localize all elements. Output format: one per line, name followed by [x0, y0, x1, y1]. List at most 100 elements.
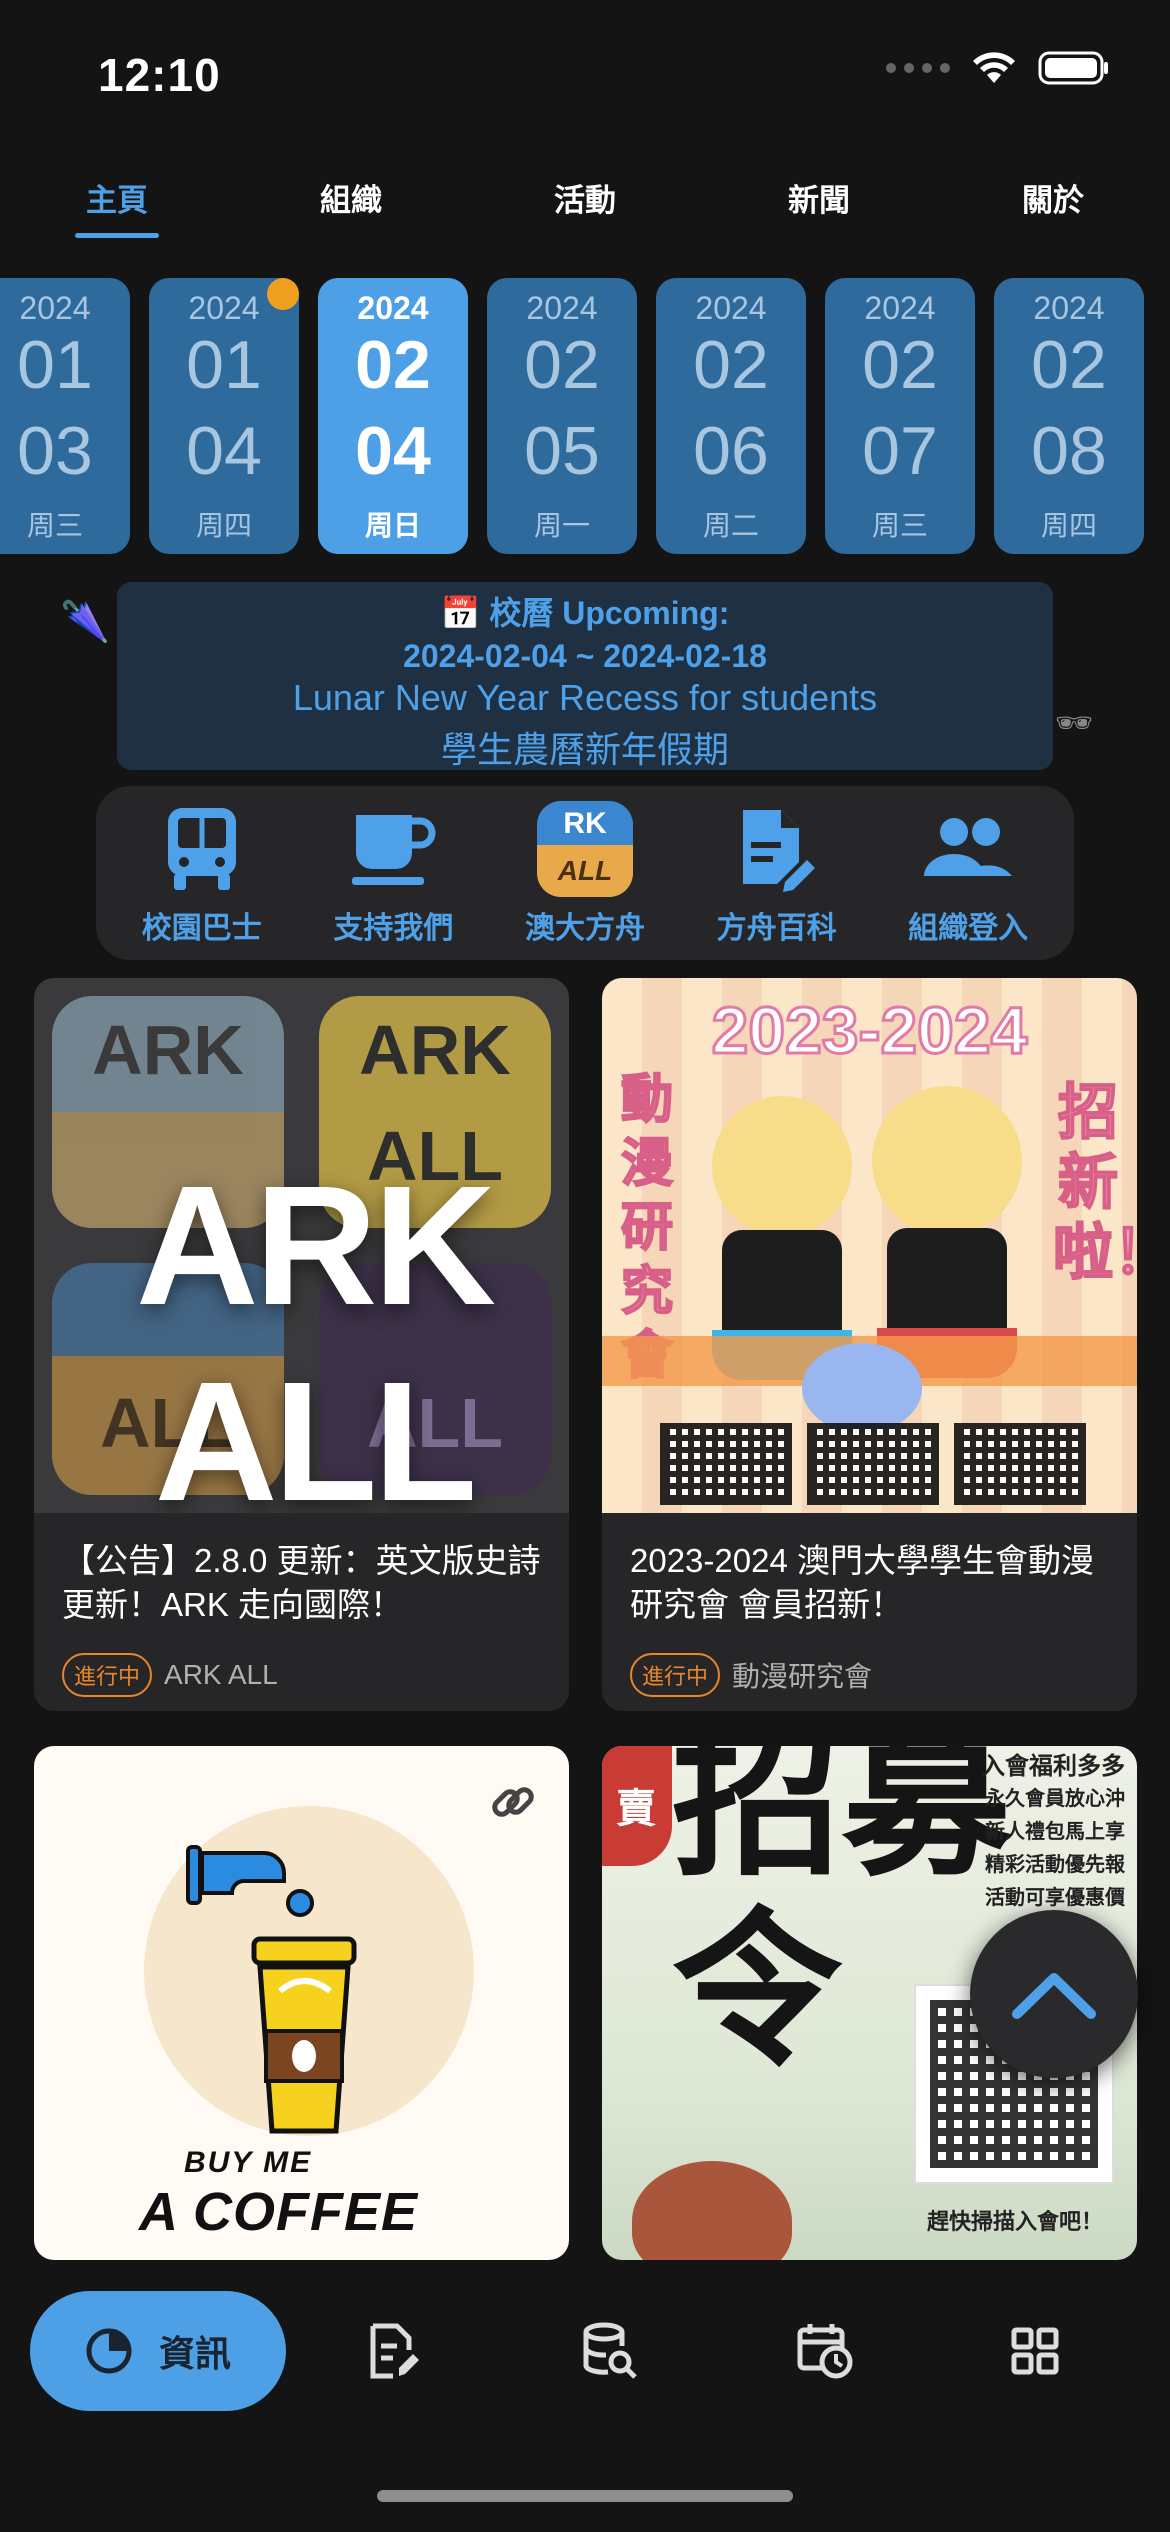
- nav-notes[interactable]: [358, 2316, 428, 2386]
- date-month: 02: [693, 327, 769, 403]
- card-meta: 進行中 ARK ALL: [34, 1653, 569, 1697]
- date-year: 2024: [695, 290, 767, 326]
- teapot-illustration: [632, 2161, 792, 2260]
- campus-bus-label: 校園巴士: [141, 912, 262, 945]
- status-icons: [886, 50, 1110, 86]
- news-card[interactable]: BUY ME A COFFEE: [34, 1746, 569, 2260]
- tab-home[interactable]: 主頁: [0, 165, 234, 245]
- ark-icon-bottom-text: ALL: [557, 855, 613, 886]
- status-bar: 12:10: [0, 0, 1170, 150]
- ark-all-wordmark: ARK ALL: [135, 1151, 496, 1513]
- qr-code: [660, 1423, 792, 1505]
- home-indicator[interactable]: [377, 2490, 793, 2502]
- top-tab-bar: 主頁 組織 活動 新聞 關於: [0, 165, 1170, 245]
- ark-wiki-label: 方舟百科: [716, 912, 837, 945]
- chibi-character-left: [712, 1096, 852, 1236]
- nav-schedule[interactable]: [790, 2316, 860, 2386]
- benefit-item: 永久會員放心沖: [985, 1788, 1125, 1810]
- date-card[interactable]: 2024 02 07 周三: [825, 278, 975, 554]
- ark-icon-top-text: RK: [563, 807, 607, 840]
- sunglasses-emoji: 🕶: [1055, 707, 1094, 740]
- nav-news-active[interactable]: 資訊: [30, 2291, 286, 2411]
- date-month: 01: [186, 327, 262, 403]
- scroll-to-top-button[interactable]: [970, 1910, 1138, 2078]
- date-card[interactable]: 2024 01 03 周三: [0, 278, 130, 554]
- date-year: 2024: [526, 290, 598, 326]
- date-year: 2024: [188, 290, 260, 326]
- date-day: 08: [1031, 413, 1107, 489]
- link-icon[interactable]: [487, 1776, 539, 1828]
- tab-organizations[interactable]: 組織: [234, 165, 468, 245]
- coffee-text-line1: BUY ME: [184, 2146, 313, 2179]
- date-month: 02: [1031, 327, 1107, 403]
- date-year: 2024: [357, 290, 429, 326]
- benefit-item: 入會福利多多: [981, 1753, 1125, 1780]
- nav-apps[interactable]: [1000, 2316, 1070, 2386]
- card-thumbnail: BUY ME A COFFEE: [34, 1746, 569, 2260]
- ark-all-app-icon: RK ALL: [536, 801, 633, 897]
- date-weekday: 周四: [195, 510, 252, 541]
- date-year: 2024: [19, 290, 91, 326]
- news-card[interactable]: ARK ARK ALL ALL ALL ARK ALL 【公告】2.8.0 更新…: [34, 978, 569, 1711]
- ark-all-button[interactable]: RK ALL 澳大方舟: [495, 799, 675, 947]
- qr-code: [807, 1423, 939, 1505]
- ark-wiki-button[interactable]: 方舟百科: [687, 799, 867, 947]
- group-users-icon: [924, 818, 1013, 876]
- tab-news[interactable]: 新聞: [702, 165, 936, 245]
- news-card[interactable]: 2023-2024 動漫研究會 招新啦！ 2023-2024 澳門大學學生會動漫…: [602, 978, 1137, 1711]
- coffee-text-line2: A COFFEE: [139, 2182, 419, 2242]
- date-year: 2024: [1033, 290, 1105, 326]
- news-pie-icon: [86, 2328, 132, 2374]
- umbrella-emoji: 🌂: [60, 600, 110, 644]
- nav-database-search[interactable]: [575, 2316, 645, 2386]
- anime-year-heading: 2023-2024: [710, 992, 1029, 1069]
- battery-icon: [1038, 51, 1108, 85]
- card-title: 2023-2024 澳門大學學生會動漫研究會 會員招新！: [630, 1542, 1094, 1623]
- red-seal: 賣: [602, 1746, 672, 1866]
- date-month: 02: [524, 327, 600, 403]
- coffee-cup-illustration: [251, 1936, 357, 2134]
- tab-about[interactable]: 關於: [936, 165, 1170, 245]
- benefit-item: 精彩活動優先報: [985, 1854, 1125, 1876]
- date-day: 06: [693, 413, 769, 489]
- bus-icon: [167, 808, 236, 890]
- date-card-selected[interactable]: 2024 02 04 周日: [318, 278, 468, 554]
- anime-side-right: 招新啦！: [1052, 1078, 1137, 1287]
- chibi-character-right: [872, 1086, 1022, 1236]
- card-org: ARK ALL: [164, 1659, 278, 1690]
- date-card[interactable]: 2024 02 05 周一: [487, 278, 637, 554]
- card-thumbnail: ARK ARK ALL ALL ALL ARK ALL: [34, 978, 569, 1513]
- support-us-button[interactable]: 支持我們: [303, 799, 483, 947]
- org-login-label: 組織登入: [908, 912, 1029, 945]
- card-org: 動漫研究會: [732, 1661, 873, 1692]
- ark-all-label: 澳大方舟: [524, 912, 645, 945]
- date-month: 01: [17, 327, 93, 403]
- date-day: 04: [355, 413, 431, 489]
- date-card[interactable]: 2024 02 08 周四: [994, 278, 1144, 554]
- recruit-footer: 趕快掃描入會吧！: [926, 2209, 1103, 2234]
- upcoming-banner[interactable]: 📅 校曆 Upcoming: 2024-02-04 ~ 2024-02-18 L…: [117, 582, 1053, 770]
- calendar-icon: 📅: [440, 595, 481, 631]
- cellular-signal-icon: [886, 63, 950, 73]
- date-year: 2024: [864, 290, 936, 326]
- nav-news-label: 資訊: [158, 2333, 231, 2374]
- date-weekday: 周三: [26, 510, 83, 541]
- status-time: 12:10: [98, 49, 221, 101]
- support-us-label: 支持我們: [333, 912, 454, 945]
- org-login-button[interactable]: 組織登入: [878, 799, 1058, 947]
- status-badge: 進行中: [630, 1653, 721, 1697]
- qr-code: [954, 1423, 1086, 1505]
- campus-bus-button[interactable]: 校園巴士: [112, 799, 292, 947]
- chibi-shirt-left: [722, 1230, 842, 1340]
- date-card[interactable]: 2024 01 04 周四: [149, 278, 299, 554]
- date-day: 03: [17, 413, 93, 489]
- tab-events[interactable]: 活動: [468, 165, 702, 245]
- schedule-clock-icon: [797, 2324, 853, 2379]
- notes-edit-icon: [370, 2323, 419, 2379]
- upcoming-title-en: Lunar New Year Recess for students: [292, 677, 878, 718]
- date-day: 05: [524, 413, 600, 489]
- card-title: 【公告】2.8.0 更新：英文版史詩更新！ARK 走向國際！: [62, 1542, 541, 1623]
- date-weekday: 周日: [364, 510, 421, 541]
- date-card[interactable]: 2024 02 06 周二: [656, 278, 806, 554]
- wiki-edit-icon: [742, 810, 815, 892]
